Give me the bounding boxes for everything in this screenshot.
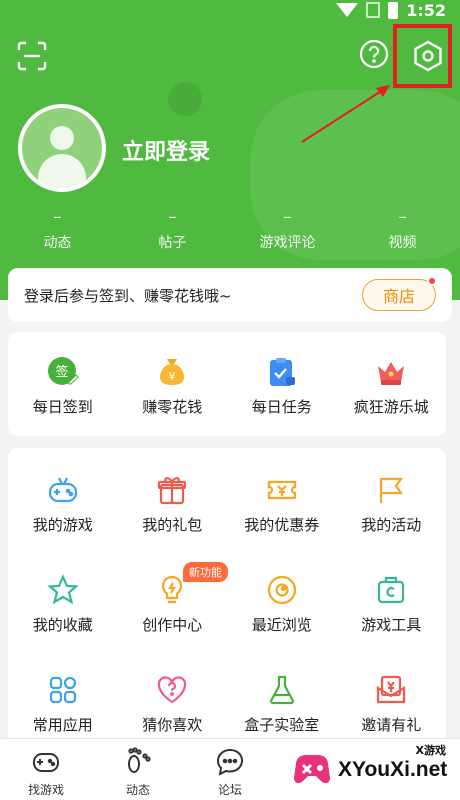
watermark-text: XYouXi.net	[338, 758, 448, 781]
flag-icon	[380, 477, 404, 503]
status-bar: 1:52	[336, 0, 460, 20]
stat-label: 动态	[43, 235, 72, 251]
item-label: 我的优惠券	[244, 516, 320, 534]
wifi-icon	[336, 3, 359, 17]
my-favorites-item[interactable]: 我的收藏	[8, 548, 118, 644]
signin-banner[interactable]: 登录后参与签到、赚零花钱哦~ 商店	[8, 268, 452, 322]
svg-text:签: 签	[55, 364, 68, 380]
item-label: 每日签到	[32, 398, 93, 416]
shop-button[interactable]: 商店	[362, 276, 437, 311]
money-bag-icon: ¥	[160, 359, 185, 385]
nav-label: 找游戏	[27, 783, 64, 797]
my-gift-packs-item[interactable]: 我的礼包	[118, 448, 228, 544]
daily-checkin-item[interactable]: 签 每日签到	[8, 332, 118, 436]
item-label: 盒子实验室	[244, 716, 320, 734]
nav-find-games[interactable]: 找游戏	[0, 739, 92, 800]
item-label: 创作中心	[142, 616, 203, 634]
nav-label: 动态	[125, 783, 150, 797]
guess-you-like-item[interactable]: 猜你喜欢	[118, 648, 228, 744]
crown-icon	[378, 362, 405, 385]
watermark-logo-icon	[294, 755, 330, 784]
login-link[interactable]: 立即登录	[122, 134, 210, 166]
nav-forum[interactable]: 论坛	[184, 739, 276, 800]
item-label: 猜你喜欢	[142, 716, 203, 734]
invite-gift-item[interactable]: 邀请有礼	[337, 648, 447, 744]
earn-money-item[interactable]: ¥ 赚零花钱	[118, 332, 228, 436]
stat-posts-feed[interactable]: – 动态	[0, 208, 115, 252]
chat-icon	[216, 748, 244, 776]
item-label: 我的活动	[361, 516, 422, 534]
profile-header: 1:52 立即登录 – 动态 – 帖子 – 游戏评论 – 视频	[0, 0, 460, 300]
site-watermark: XYouXi.net X游戏	[290, 740, 460, 800]
decorative-circle	[168, 82, 202, 116]
watermark-small-text: X游戏	[415, 744, 446, 757]
footprints-icon	[128, 747, 151, 773]
features-grid: 我的游戏 我的礼包 我的优惠券 我的活动 我的收藏 创作中心 最近浏览 游戏工具…	[8, 448, 446, 748]
toolbox-icon	[378, 576, 405, 604]
daily-tasks-item[interactable]: 每日任务	[227, 332, 337, 436]
scan-icon	[17, 41, 47, 71]
avatar-body-shape	[38, 154, 86, 188]
svg-text:¥: ¥	[169, 370, 176, 383]
item-label: 我的收藏	[32, 616, 93, 634]
star-icon	[46, 574, 79, 605]
invite-icon	[377, 675, 406, 704]
item-label: 每日任务	[251, 398, 312, 416]
stat-label: 游戏评论	[259, 235, 316, 251]
flask-icon	[269, 675, 294, 705]
stat-videos[interactable]: – 视频	[345, 208, 460, 252]
item-label: 邀请有礼	[361, 716, 422, 734]
my-coupons-item[interactable]: 我的优惠券	[227, 448, 337, 544]
crazy-playground-item[interactable]: 疯狂游乐城	[337, 332, 447, 436]
new-feature-badge: 新功能	[183, 562, 228, 582]
nav-feed[interactable]: 动态	[92, 739, 184, 800]
clipboard-icon	[269, 358, 295, 386]
stat-threads[interactable]: – 帖子	[115, 208, 230, 252]
stat-value: –	[283, 207, 292, 226]
coupon-icon	[267, 480, 296, 500]
signin-message: 登录后参与签到、赚零花钱哦~	[24, 286, 232, 305]
my-games-item[interactable]: 我的游戏	[8, 448, 118, 544]
stat-label: 帖子	[158, 235, 187, 251]
stat-value: –	[168, 207, 177, 226]
stat-value: –	[53, 207, 62, 226]
checkin-icon: 签	[47, 357, 79, 385]
eye-icon	[267, 575, 296, 605]
stat-game-reviews[interactable]: – 游戏评论	[230, 208, 345, 252]
help-icon	[359, 39, 389, 69]
avatar[interactable]	[18, 104, 106, 192]
item-label: 疯狂游乐城	[353, 398, 429, 416]
item-label: 我的游戏	[32, 516, 93, 534]
common-apps-item[interactable]: 常用应用	[8, 648, 118, 744]
status-time: 1:52	[406, 0, 446, 20]
scan-button[interactable]	[16, 40, 48, 72]
annotation-arrow-icon	[301, 85, 390, 143]
help-button[interactable]	[358, 38, 390, 70]
recent-views-item[interactable]: 最近浏览	[227, 548, 337, 644]
stat-value: –	[398, 207, 407, 226]
annotation-highlight-box	[393, 24, 452, 88]
quick-actions: 签 每日签到 ¥ 赚零花钱 每日任务 疯狂游乐城	[8, 332, 446, 436]
nav-label: 论坛	[217, 783, 242, 797]
shop-label: 商店	[382, 287, 415, 306]
heart-question-icon	[158, 676, 187, 704]
box-lab-item[interactable]: 盒子实验室	[227, 648, 337, 744]
item-label: 我的礼包	[142, 516, 203, 534]
gift-icon	[158, 477, 187, 505]
avatar-head-shape	[50, 126, 74, 150]
apps-icon	[49, 676, 76, 704]
item-label: 赚零花钱	[142, 398, 203, 416]
stat-label: 视频	[388, 235, 417, 251]
gamepad-icon	[48, 477, 77, 503]
battery-icon	[388, 1, 399, 19]
item-label: 游戏工具	[361, 616, 422, 634]
profile-stats: – 动态 – 帖子 – 游戏评论 – 视频	[0, 208, 460, 252]
gamepad-nav-icon	[33, 753, 59, 772]
no-sim-icon	[366, 2, 381, 18]
my-events-item[interactable]: 我的活动	[337, 448, 447, 544]
game-tools-item[interactable]: 游戏工具	[337, 548, 447, 644]
item-label: 常用应用	[32, 716, 93, 734]
notification-dot	[427, 276, 437, 286]
item-label: 最近浏览	[251, 616, 312, 634]
